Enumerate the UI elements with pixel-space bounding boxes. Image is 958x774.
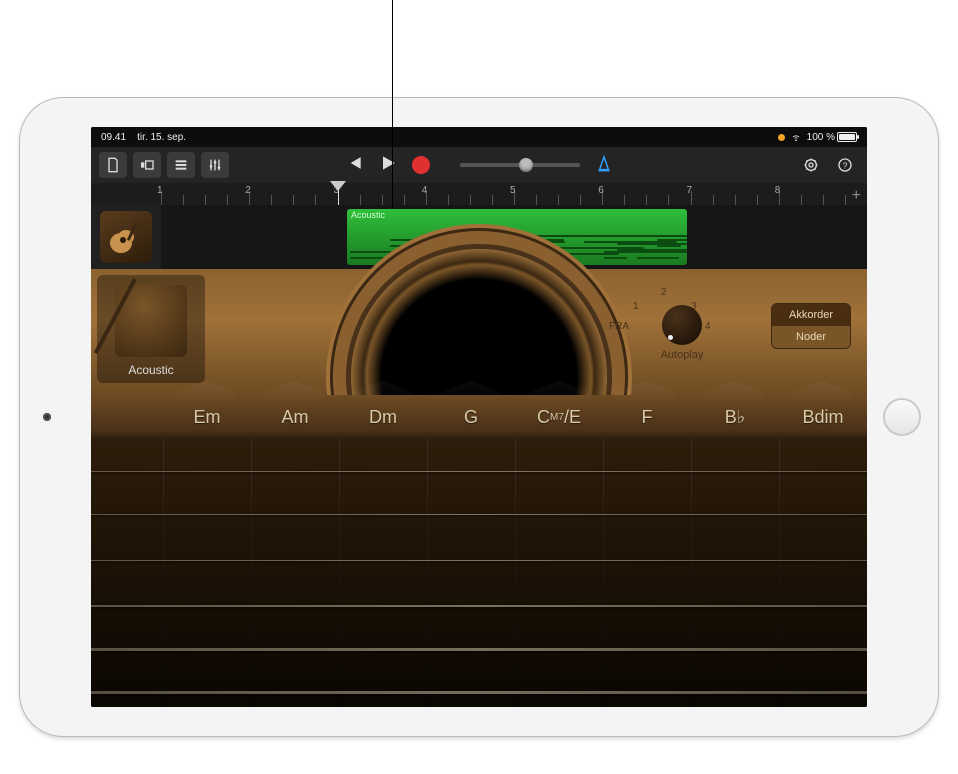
instrument-preset-button[interactable]: Acoustic bbox=[97, 275, 205, 383]
guitar-string[interactable] bbox=[91, 691, 867, 694]
top-toolbar: ? bbox=[91, 147, 867, 183]
transport-controls bbox=[344, 153, 614, 178]
autoplay-caption: Autoplay bbox=[627, 349, 737, 361]
autoplay-off-label: FRA bbox=[609, 321, 629, 332]
status-bar: 09.41 tir. 15. sep. 100 % bbox=[91, 127, 867, 147]
fretboard-strings-area[interactable] bbox=[91, 439, 867, 707]
chord-button[interactable]: CM7/E bbox=[515, 395, 603, 439]
guitar-string[interactable] bbox=[91, 605, 867, 607]
master-volume-slider[interactable] bbox=[460, 163, 580, 167]
autoplay-pos-2: 2 bbox=[661, 287, 667, 298]
metronome-button[interactable] bbox=[594, 153, 614, 178]
status-right: 100 % bbox=[778, 132, 857, 143]
chord-button[interactable]: Bdim bbox=[779, 395, 867, 439]
help-button[interactable]: ? bbox=[831, 152, 859, 178]
track-instrument-icon bbox=[100, 211, 152, 263]
autoplay-control: FRA 1 2 3 4 Autoplay bbox=[627, 287, 737, 361]
chord-button[interactable]: F bbox=[603, 395, 691, 439]
front-camera bbox=[43, 413, 51, 421]
battery-icon bbox=[837, 132, 857, 142]
add-section-button[interactable]: + bbox=[852, 187, 861, 205]
location-indicator-icon bbox=[778, 134, 785, 141]
guitar-string[interactable] bbox=[91, 560, 867, 562]
svg-text:?: ? bbox=[843, 160, 848, 170]
battery-indicator: 100 % bbox=[807, 132, 857, 143]
autoplay-knob[interactable] bbox=[662, 305, 702, 345]
mode-chords[interactable]: Akkorder bbox=[772, 304, 850, 326]
annotation-leader-line bbox=[392, 0, 393, 208]
ruler-bar-label: 5 bbox=[510, 185, 516, 196]
autoplay-pos-4: 4 bbox=[705, 321, 711, 332]
acoustic-guitar-icon bbox=[115, 285, 187, 357]
ruler-bar-label: 2 bbox=[245, 185, 251, 196]
ruler-bar-label: 1 bbox=[157, 185, 163, 196]
instrument-panel: Acoustic FRA 1 2 3 4 Autoplay Akkorder N… bbox=[91, 269, 867, 395]
chord-button[interactable]: Dm bbox=[339, 395, 427, 439]
track-header[interactable] bbox=[91, 205, 161, 269]
home-button[interactable] bbox=[883, 398, 921, 436]
settings-button[interactable] bbox=[797, 152, 825, 178]
autoplay-pos-1: 1 bbox=[633, 301, 639, 312]
guitar-string[interactable] bbox=[91, 471, 867, 472]
ruler-bar-label: 8 bbox=[775, 185, 781, 196]
ipad-device-frame: 09.41 tir. 15. sep. 100 % bbox=[19, 97, 939, 737]
chords-notes-toggle[interactable]: Akkorder Noder bbox=[771, 303, 851, 349]
ruler-bar-label: 6 bbox=[598, 185, 604, 196]
wifi-icon bbox=[790, 132, 802, 142]
chord-strip: EmAmDmGCM7/EFB♭Bdim bbox=[91, 395, 867, 439]
browser-button[interactable] bbox=[133, 152, 161, 178]
timeline-ruler[interactable]: 12345678 + bbox=[91, 183, 867, 205]
ruler-ticks[interactable]: 12345678 bbox=[161, 183, 867, 205]
status-time-date: 09.41 tir. 15. sep. bbox=[101, 132, 186, 143]
screen: 09.41 tir. 15. sep. 100 % bbox=[91, 127, 867, 707]
mode-notes[interactable]: Noder bbox=[772, 326, 850, 348]
chord-button[interactable]: Em bbox=[163, 395, 251, 439]
chord-button[interactable]: Am bbox=[251, 395, 339, 439]
autoplay-scale-labels: FRA 1 2 3 4 bbox=[627, 287, 737, 301]
my-songs-button[interactable] bbox=[99, 152, 127, 178]
volume-thumb[interactable] bbox=[519, 158, 533, 172]
tracks-view-button[interactable] bbox=[167, 152, 195, 178]
guitar-string[interactable] bbox=[91, 514, 867, 515]
preset-name: Acoustic bbox=[128, 363, 173, 377]
ruler-bar-label: 7 bbox=[687, 185, 693, 196]
guitar-string[interactable] bbox=[91, 648, 867, 651]
chord-button[interactable]: B♭ bbox=[691, 395, 779, 439]
ruler-bar-label: 4 bbox=[422, 185, 428, 196]
rewind-button[interactable] bbox=[344, 153, 364, 178]
track-controls-button[interactable] bbox=[201, 152, 229, 178]
record-button[interactable] bbox=[412, 156, 430, 174]
status-date: tir. 15. sep. bbox=[137, 132, 186, 143]
battery-percent: 100 % bbox=[807, 132, 835, 143]
playhead[interactable] bbox=[338, 183, 339, 205]
region-label: Acoustic bbox=[347, 209, 687, 221]
play-button[interactable] bbox=[378, 153, 398, 178]
status-time: 09.41 bbox=[101, 132, 126, 143]
chord-button[interactable]: G bbox=[427, 395, 515, 439]
